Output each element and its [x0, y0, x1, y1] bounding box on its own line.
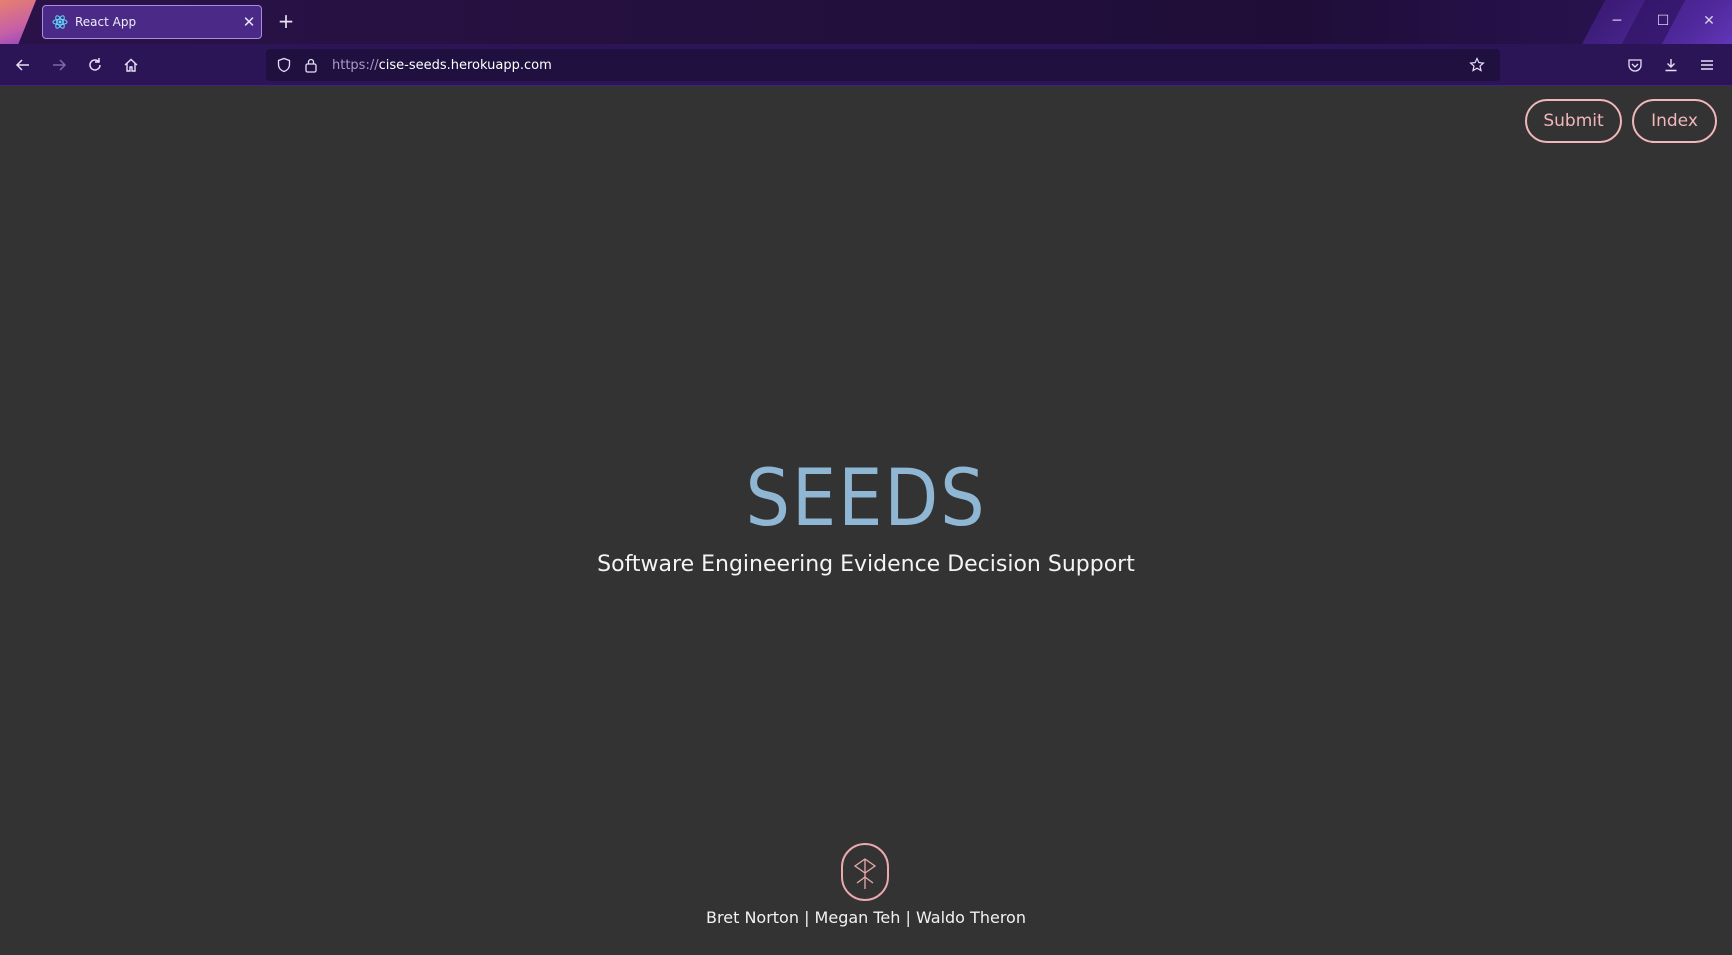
back-icon[interactable] — [10, 52, 36, 78]
shield-icon[interactable] — [274, 55, 294, 75]
lock-icon[interactable] — [302, 55, 320, 75]
tab-title: React App — [75, 15, 137, 29]
pocket-icon[interactable] — [1622, 52, 1648, 78]
home-icon[interactable] — [118, 52, 144, 78]
page-title: SEEDS — [745, 454, 987, 544]
menu-icon[interactable] — [1694, 52, 1720, 78]
browser-toolbar: https://cise-seeds.herokuapp.com — [0, 44, 1732, 86]
footer-credits: Bret Norton | Megan Teh | Waldo Theron — [706, 908, 1026, 927]
maximize-icon[interactable]: ☐ — [1648, 8, 1678, 34]
index-button[interactable]: Index — [1632, 99, 1717, 143]
minimize-icon[interactable]: ─ — [1602, 8, 1632, 34]
seed-sprout-icon — [853, 858, 877, 889]
forward-icon[interactable] — [46, 52, 72, 78]
reload-icon[interactable] — [82, 52, 108, 78]
theme-decoration — [0, 0, 41, 44]
react-icon — [52, 15, 68, 29]
page-content: Submit Index SEEDS Software Engineering … — [0, 86, 1732, 955]
bookmark-star-icon[interactable] — [1466, 54, 1488, 76]
url-bar[interactable]: https://cise-seeds.herokuapp.com — [266, 49, 1500, 81]
close-window-icon[interactable]: ✕ — [1694, 8, 1724, 34]
new-tab-icon[interactable]: + — [274, 8, 298, 34]
browser-tab[interactable]: React App ✕ — [42, 5, 262, 39]
url-text: https://cise-seeds.herokuapp.com — [332, 57, 552, 73]
download-icon[interactable] — [1658, 52, 1684, 78]
submit-button[interactable]: Submit — [1525, 99, 1622, 143]
page-subtitle: Software Engineering Evidence Decision S… — [597, 552, 1135, 577]
browser-tab-strip: React App ✕ + ─ ☐ ✕ — [0, 0, 1732, 44]
close-tab-icon[interactable]: ✕ — [237, 13, 261, 31]
seed-sprout-logo — [841, 843, 889, 901]
